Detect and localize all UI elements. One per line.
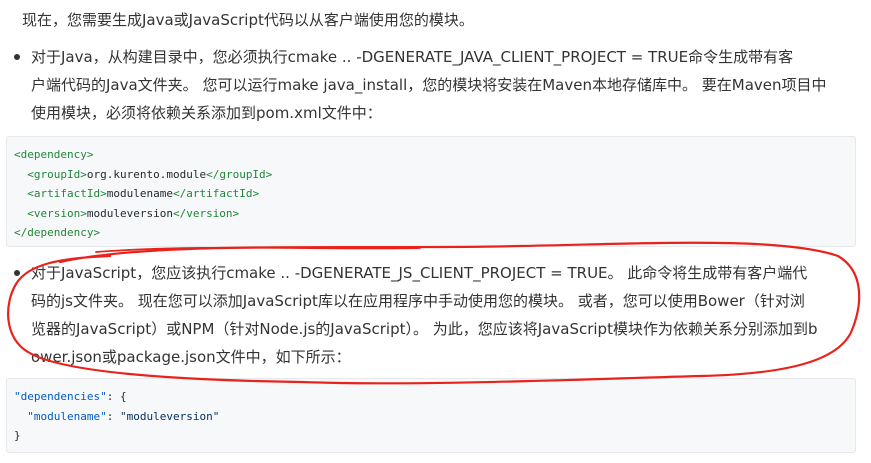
code-line: <dependency> <box>14 145 855 165</box>
xml-tag: <groupId> <box>27 167 87 181</box>
bullet-dot <box>14 270 20 276</box>
xml-tag: <dependency> <box>14 148 94 161</box>
json-key: "modulename" <box>27 409 107 423</box>
js-line-2: 码的js文件夹。 现在您可以添加JavaScript库以在应用程序中手动使用您的… <box>31 292 805 310</box>
code-line: <version>moduleversion</version> <box>14 204 855 224</box>
xml-tag: </artifactId> <box>172 187 260 200</box>
code-line: } <box>14 426 855 446</box>
xml-tag: </groupId> <box>206 167 273 181</box>
annotation-stroke-overlap <box>95 246 421 253</box>
xml-value: moduleversion <box>86 206 173 220</box>
json-punct: : <box>106 409 120 423</box>
java-line-2: 户端代码的Java文件夹。 您可以运行make java_install，您的模… <box>31 76 827 94</box>
intro-paragraph: 现在，您需要生成Java或JavaScript代码以从客户端使用您的模块。 <box>22 11 474 29</box>
xml-tag: </dependency> <box>14 226 101 239</box>
code-line: </dependency> <box>14 223 855 243</box>
js-line-1: 对于JavaScript，您应该执行cmake .. -DGENERATE_JS… <box>31 264 808 282</box>
xml-tag: <artifactId> <box>27 187 107 200</box>
code-line: "modulename": "moduleversion" <box>14 407 855 427</box>
js-line-3: 览器的JavaScript）或NPM（针对Node.js的JavaScript）… <box>31 320 818 338</box>
json-punct: } <box>14 429 21 442</box>
javascript-bullet: 对于JavaScript，您应该执行cmake .. -DGENERATE_JS… <box>14 259 854 371</box>
json-punct: : { <box>106 390 127 403</box>
javascript-bullet-text: 对于JavaScript，您应该执行cmake .. -DGENERATE_JS… <box>31 259 854 371</box>
code-line: <artifactId>modulename</artifactId> <box>14 184 855 204</box>
java-line-3: 使用模块，必须将依赖关系添加到pom.xml文件中： <box>31 104 382 122</box>
js-line-4: ower.json或package.json文件中，如下所示： <box>31 348 351 366</box>
xml-tag: <version> <box>27 206 87 220</box>
code-line: "dependencies": { <box>14 387 855 407</box>
xml-value: modulename <box>106 187 173 200</box>
xml-value: org.kurento.module <box>86 167 207 181</box>
json-code-block: "dependencies": { "modulename": "modulev… <box>6 378 856 453</box>
json-string: "moduleversion" <box>119 409 220 423</box>
xml-code-block: <dependency> <groupId>org.kurento.module… <box>6 136 856 247</box>
xml-tag: </version> <box>172 206 240 220</box>
java-bullet-text: 对于Java，从构建目录中，您必须执行cmake .. -DGENERATE_J… <box>31 43 854 127</box>
java-line-1: 对于Java，从构建目录中，您必须执行cmake .. -DGENERATE_J… <box>31 48 794 66</box>
bullet-dot <box>14 54 20 60</box>
json-key: "dependencies" <box>14 390 107 403</box>
code-line: <groupId>org.kurento.module</groupId> <box>14 165 855 185</box>
java-bullet: 对于Java，从构建目录中，您必须执行cmake .. -DGENERATE_J… <box>14 43 854 127</box>
